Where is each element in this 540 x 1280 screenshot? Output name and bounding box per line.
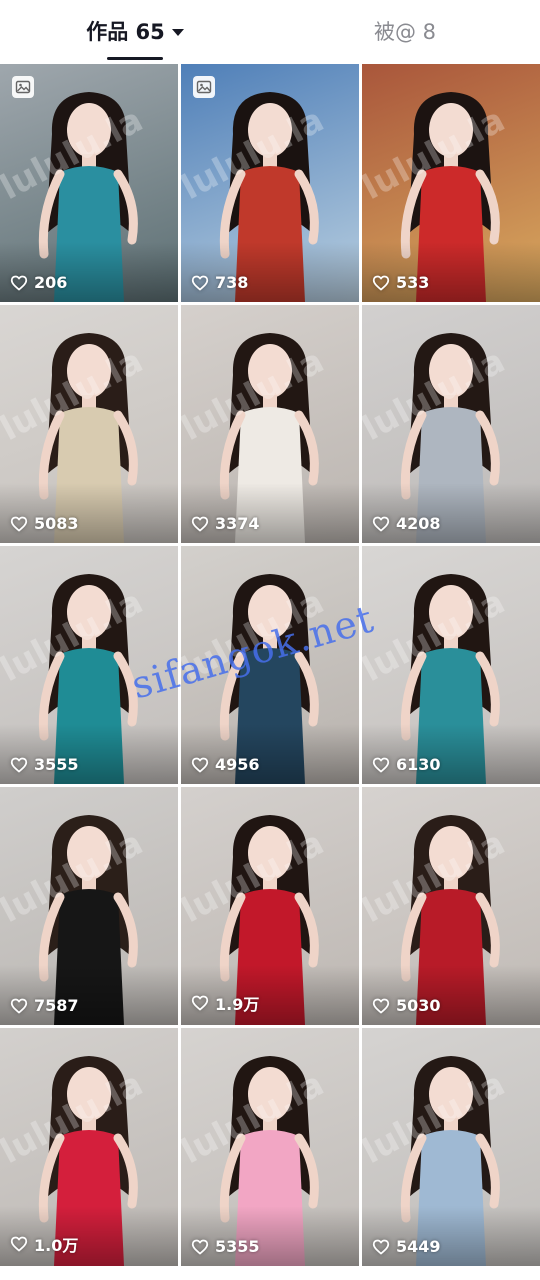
video-thumbnail[interactable]: lululu.la 533 bbox=[362, 64, 540, 302]
like-count-value: 4956 bbox=[215, 755, 260, 774]
heart-icon bbox=[372, 1239, 390, 1254]
video-thumbnail[interactable]: lululu.la 3374 bbox=[181, 305, 359, 543]
like-count: 1.9万 bbox=[191, 991, 259, 1015]
like-count: 5449 bbox=[372, 1237, 441, 1256]
thumbnail-shade bbox=[181, 1206, 359, 1266]
like-count-value: 6130 bbox=[396, 755, 441, 774]
heart-icon bbox=[372, 275, 390, 290]
heart-icon bbox=[191, 1239, 209, 1254]
video-thumbnail[interactable]: lululu.la 5030 bbox=[362, 787, 540, 1025]
heart-icon bbox=[372, 757, 390, 772]
thumbnail-shade bbox=[181, 242, 359, 302]
tab-works-label: 作品 65 bbox=[86, 20, 165, 44]
thumbnail-shade bbox=[362, 242, 540, 302]
thumbnail-shade bbox=[0, 724, 178, 784]
heart-icon bbox=[10, 516, 28, 531]
like-count-value: 3374 bbox=[215, 514, 260, 533]
like-count: 5030 bbox=[372, 996, 441, 1015]
thumbnail-shade bbox=[362, 965, 540, 1025]
like-count: 533 bbox=[372, 273, 429, 292]
thumbnail-shade bbox=[362, 724, 540, 784]
thumbnail-shade bbox=[0, 483, 178, 543]
like-count: 4956 bbox=[191, 755, 260, 774]
video-thumbnail[interactable]: lululu.la 5083 bbox=[0, 305, 178, 543]
like-count: 206 bbox=[10, 273, 67, 292]
like-count: 6130 bbox=[372, 755, 441, 774]
like-count-value: 3555 bbox=[34, 755, 79, 774]
thumbnail-shade bbox=[362, 483, 540, 543]
heart-icon bbox=[191, 757, 209, 772]
heart-icon bbox=[191, 275, 209, 290]
heart-icon bbox=[191, 995, 209, 1011]
image-post-icon bbox=[12, 76, 34, 98]
like-count-value: 7587 bbox=[34, 996, 79, 1015]
video-thumbnail[interactable]: lululu.la 3555 bbox=[0, 546, 178, 784]
like-count: 4208 bbox=[372, 514, 441, 533]
thumbnail-shade bbox=[362, 1206, 540, 1266]
video-grid: lululu.la 206 lululu.la 738 lululu.la 533 lulu… bbox=[0, 64, 540, 1266]
tab-mentioned-label: 被@ 8 bbox=[373, 20, 437, 44]
like-count-value: 206 bbox=[34, 273, 68, 292]
like-count-value: 1.9万 bbox=[215, 995, 260, 1014]
video-thumbnail[interactable]: lululu.la 738 bbox=[181, 64, 359, 302]
like-count-value: 5449 bbox=[396, 1237, 441, 1256]
like-count-value: 738 bbox=[215, 273, 249, 292]
like-count: 738 bbox=[191, 273, 248, 292]
video-thumbnail[interactable]: lululu.la 1.9万 bbox=[181, 787, 359, 1025]
video-thumbnail[interactable]: lululu.la 4956 bbox=[181, 546, 359, 784]
video-thumbnail[interactable]: lululu.la 206 bbox=[0, 64, 178, 302]
heart-icon bbox=[10, 998, 28, 1013]
like-count: 3374 bbox=[191, 514, 260, 533]
profile-tab-bar: 作品 65 被@ 8 bbox=[0, 0, 540, 62]
thumbnail-shade bbox=[181, 724, 359, 784]
like-count-value: 5083 bbox=[34, 514, 79, 533]
heart-icon bbox=[10, 1236, 28, 1252]
like-count: 3555 bbox=[10, 755, 79, 774]
heart-icon bbox=[10, 275, 28, 290]
like-count-value: 5355 bbox=[215, 1237, 260, 1256]
heart-icon bbox=[10, 757, 28, 772]
like-count-value: 533 bbox=[396, 273, 430, 292]
tab-active-indicator bbox=[107, 57, 163, 60]
video-thumbnail[interactable]: lululu.la 5355 bbox=[181, 1028, 359, 1266]
chevron-down-icon[interactable] bbox=[171, 28, 184, 36]
like-count: 7587 bbox=[10, 996, 79, 1015]
video-thumbnail[interactable]: lululu.la 7587 bbox=[0, 787, 178, 1025]
like-count: 5355 bbox=[191, 1237, 260, 1256]
tab-works[interactable]: 作品 65 bbox=[0, 0, 270, 62]
video-thumbnail[interactable]: lululu.la 4208 bbox=[362, 305, 540, 543]
video-thumbnail[interactable]: lululu.la 6130 bbox=[362, 546, 540, 784]
heart-icon bbox=[372, 516, 390, 531]
like-count: 5083 bbox=[10, 514, 79, 533]
image-post-icon bbox=[193, 76, 215, 98]
tab-mentioned[interactable]: 被@ 8 bbox=[270, 0, 540, 62]
video-thumbnail[interactable]: lululu.la 1.0万 bbox=[0, 1028, 178, 1266]
like-count-value: 1.0万 bbox=[34, 1236, 79, 1255]
heart-icon bbox=[372, 998, 390, 1013]
like-count: 1.0万 bbox=[10, 1232, 78, 1256]
video-thumbnail[interactable]: lululu.la 5449 bbox=[362, 1028, 540, 1266]
like-count-value: 4208 bbox=[396, 514, 441, 533]
like-count-value: 5030 bbox=[396, 996, 441, 1015]
thumbnail-shade bbox=[0, 965, 178, 1025]
heart-icon bbox=[191, 516, 209, 531]
thumbnail-shade bbox=[181, 483, 359, 543]
thumbnail-shade bbox=[0, 242, 178, 302]
